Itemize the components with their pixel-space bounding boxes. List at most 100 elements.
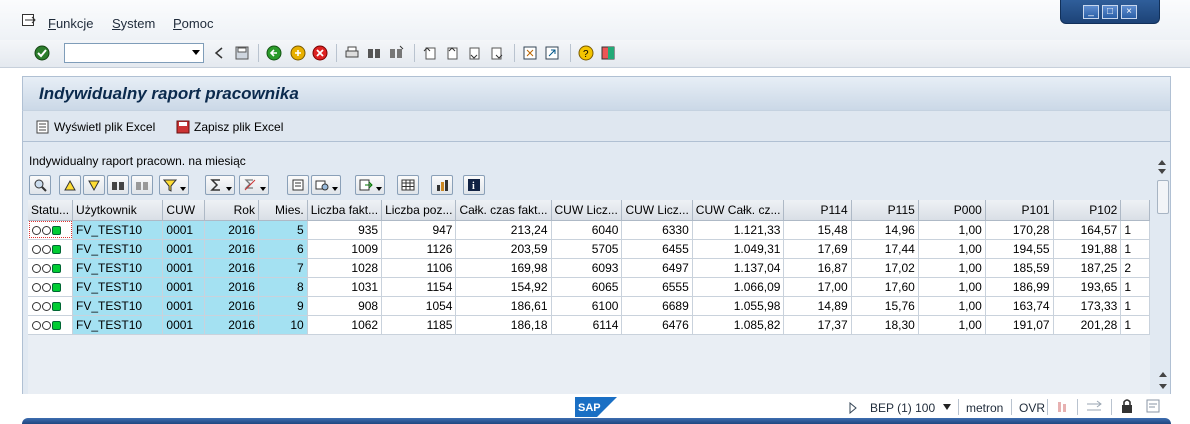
column-header-p000[interactable]: P000 <box>918 200 986 221</box>
graphic-button[interactable] <box>431 175 453 195</box>
help-icon[interactable]: ? <box>578 45 594 61</box>
more-cell[interactable]: 1 <box>1120 296 1150 316</box>
maximize-button[interactable]: □ <box>1102 4 1118 19</box>
total-time-cell[interactable]: 213,24 <box>455 220 552 240</box>
close-button[interactable]: × <box>1121 4 1137 19</box>
p102-cell[interactable]: 173,33 <box>1053 296 1122 316</box>
more-cell[interactable]: 1 <box>1120 315 1150 335</box>
details-button[interactable] <box>29 175 51 195</box>
views-button[interactable] <box>311 175 341 195</box>
user-cell[interactable]: FV_TEST10 <box>72 277 164 297</box>
p101-cell[interactable]: 170,28 <box>985 220 1054 240</box>
more-cell[interactable]: 2 <box>1120 258 1150 278</box>
table-row[interactable]: FV_TEST10 0001 2016 10 1062 1185 186,18 6114 647… <box>28 315 1150 335</box>
p102-cell[interactable]: 191,88 <box>1053 239 1122 259</box>
cuw-total-time-cell[interactable]: 1.085,82 <box>692 315 785 335</box>
p114-cell[interactable]: 14,89 <box>783 296 852 316</box>
cuw-cell[interactable]: 0001 <box>162 315 205 335</box>
play-status-icon[interactable] <box>848 402 858 414</box>
lock-icon[interactable] <box>1119 398 1135 414</box>
first-page-icon[interactable] <box>422 45 438 61</box>
user-cell[interactable]: FV_TEST10 <box>72 296 164 316</box>
status-cell[interactable] <box>28 220 74 240</box>
p115-cell[interactable]: 14,96 <box>851 220 919 240</box>
enter-check-icon[interactable] <box>34 45 50 61</box>
item-count-cell[interactable]: 1185 <box>381 315 457 335</box>
invoice-count-cell[interactable]: 908 <box>307 296 383 316</box>
item-count-cell[interactable]: 1106 <box>381 258 457 278</box>
p101-cell[interactable]: 163,74 <box>985 296 1054 316</box>
minimize-button[interactable]: _ <box>1083 4 1099 19</box>
invoice-count-cell[interactable]: 1028 <box>307 258 383 278</box>
cuw-cell[interactable]: 0001 <box>162 258 205 278</box>
p114-cell[interactable]: 16,87 <box>783 258 852 278</box>
column-header-p114[interactable]: P114 <box>783 200 852 221</box>
status-cell[interactable] <box>28 239 74 259</box>
invoice-count-cell[interactable]: 1009 <box>307 239 383 259</box>
column-header-cuw-count-1[interactable]: CUW Licz... <box>551 200 623 221</box>
table-row[interactable]: FV_TEST10 0001 2016 5 935 947 213,24 6040 6330 1.… <box>28 220 1150 240</box>
status-cell[interactable] <box>28 296 74 316</box>
year-cell[interactable]: 2016 <box>204 315 259 335</box>
p114-cell[interactable]: 17,69 <box>783 239 852 259</box>
table-row[interactable]: FV_TEST10 0001 2016 9 908 1054 186,61 6100 6689 1… <box>28 296 1150 316</box>
p000-cell[interactable]: 1,00 <box>918 220 986 240</box>
column-header-total-time[interactable]: Całk. czas fakt... <box>455 200 552 221</box>
user-cell[interactable]: FV_TEST10 <box>72 258 164 278</box>
month-cell[interactable]: 7 <box>258 258 308 278</box>
item-count-cell[interactable]: 1154 <box>381 277 457 297</box>
subtotal-button[interactable] <box>239 175 269 195</box>
month-cell[interactable]: 5 <box>258 220 308 240</box>
p115-cell[interactable]: 17,02 <box>851 258 919 278</box>
p101-cell[interactable]: 194,55 <box>985 239 1054 259</box>
table-row[interactable]: FV_TEST10 0001 2016 6 1009 1126 203,59 5705 6455… <box>28 239 1150 259</box>
cuw-count-1-cell[interactable]: 5705 <box>551 239 623 259</box>
column-header-invoice-count[interactable]: Liczba fakt... <box>307 200 383 221</box>
exit-icon[interactable] <box>290 45 306 61</box>
item-count-cell[interactable]: 1054 <box>381 296 457 316</box>
p115-cell[interactable]: 17,60 <box>851 277 919 297</box>
cuw-cell[interactable]: 0001 <box>162 296 205 316</box>
item-count-cell[interactable]: 947 <box>381 220 457 240</box>
invoice-count-cell[interactable]: 1062 <box>307 315 383 335</box>
year-cell[interactable]: 2016 <box>204 296 259 316</box>
year-cell[interactable]: 2016 <box>204 277 259 297</box>
command-field[interactable] <box>64 43 204 63</box>
find-next-icon[interactable] <box>388 45 404 61</box>
cuw-count-1-cell[interactable]: 6093 <box>551 258 623 278</box>
status-cell[interactable] <box>28 315 74 335</box>
sort-ascending-button[interactable] <box>59 175 81 195</box>
p114-cell[interactable]: 17,00 <box>783 277 852 297</box>
p115-cell[interactable]: 17,44 <box>851 239 919 259</box>
layout-grid-button[interactable] <box>397 175 419 195</box>
p000-cell[interactable]: 1,00 <box>918 258 986 278</box>
cuw-count-1-cell[interactable]: 6114 <box>551 315 623 335</box>
total-time-cell[interactable]: 203,59 <box>455 239 552 259</box>
table-row[interactable]: FV_TEST10 0001 2016 7 1028 1106 169,98 6093 6497… <box>28 258 1150 278</box>
total-time-cell[interactable]: 186,61 <box>455 296 552 316</box>
menu-pomoc[interactable]: Pomoc <box>173 16 213 31</box>
total-time-cell[interactable]: 154,92 <box>455 277 552 297</box>
previous-page-icon[interactable] <box>444 45 460 61</box>
scrollbar-thumb[interactable] <box>1157 180 1169 214</box>
month-cell[interactable]: 6 <box>258 239 308 259</box>
status-cell[interactable] <box>28 258 74 278</box>
caret-down-icon[interactable] <box>942 403 952 411</box>
show-excel-button[interactable]: Wyświetl plik Excel <box>35 119 155 135</box>
p000-cell[interactable]: 1,00 <box>918 277 986 297</box>
p000-cell[interactable]: 1,00 <box>918 296 986 316</box>
scroll-down-icon[interactable] <box>1158 169 1166 174</box>
table-row[interactable]: FV_TEST10 0001 2016 8 1031 1154 154,92 6065 6555… <box>28 277 1150 297</box>
total-time-cell[interactable]: 186,18 <box>455 315 552 335</box>
create-session-icon[interactable] <box>522 45 538 61</box>
sort-descending-button[interactable] <box>83 175 105 195</box>
month-cell[interactable]: 10 <box>258 315 308 335</box>
next-page-icon[interactable] <box>466 45 482 61</box>
p102-cell[interactable]: 187,25 <box>1053 258 1122 278</box>
cuw-total-time-cell[interactable]: 1.049,31 <box>692 239 785 259</box>
column-header-item-count[interactable]: Liczba poz... <box>381 200 457 221</box>
item-count-cell[interactable]: 1126 <box>381 239 457 259</box>
history-back-icon[interactable] <box>212 45 228 61</box>
save-icon[interactable] <box>234 45 250 61</box>
column-header-p115[interactable]: P115 <box>851 200 919 221</box>
